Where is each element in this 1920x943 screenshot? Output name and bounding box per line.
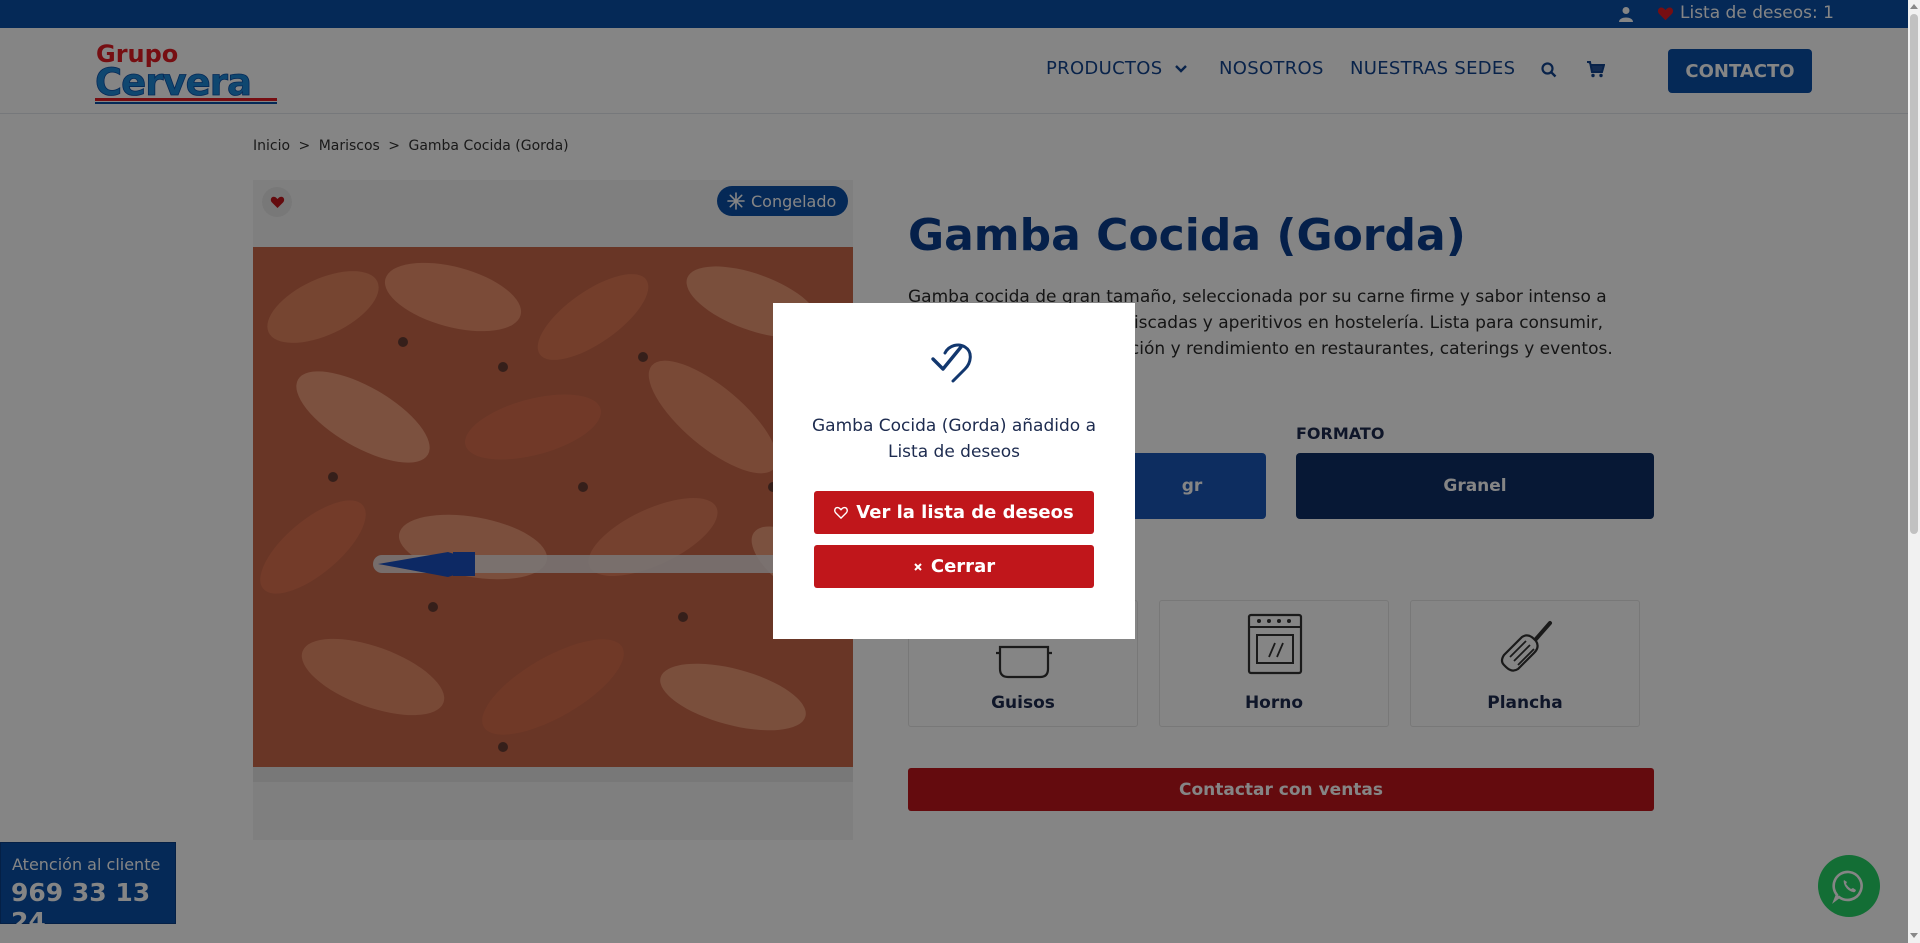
scroll-down-arrow[interactable] — [1910, 933, 1918, 938]
wishlist-added-modal: Gamba Cocida (Gorda) añadido a Lista de … — [773, 303, 1135, 639]
page-scrollbar[interactable] — [1908, 0, 1920, 943]
close-modal-label: Cerrar — [930, 556, 996, 577]
scroll-up-arrow[interactable] — [1910, 4, 1918, 9]
modal-message: Gamba Cocida (Gorda) añadido a Lista de … — [812, 416, 1096, 462]
close-icon — [914, 562, 922, 571]
view-wishlist-button[interactable]: Ver la lista de deseos — [814, 491, 1094, 534]
close-modal-button[interactable]: Cerrar — [814, 545, 1094, 588]
scroll-thumb[interactable] — [1910, 14, 1918, 534]
view-wishlist-label: Ver la lista de deseos — [856, 502, 1074, 523]
heart-icon — [834, 506, 849, 519]
heart-check-icon — [931, 343, 972, 383]
